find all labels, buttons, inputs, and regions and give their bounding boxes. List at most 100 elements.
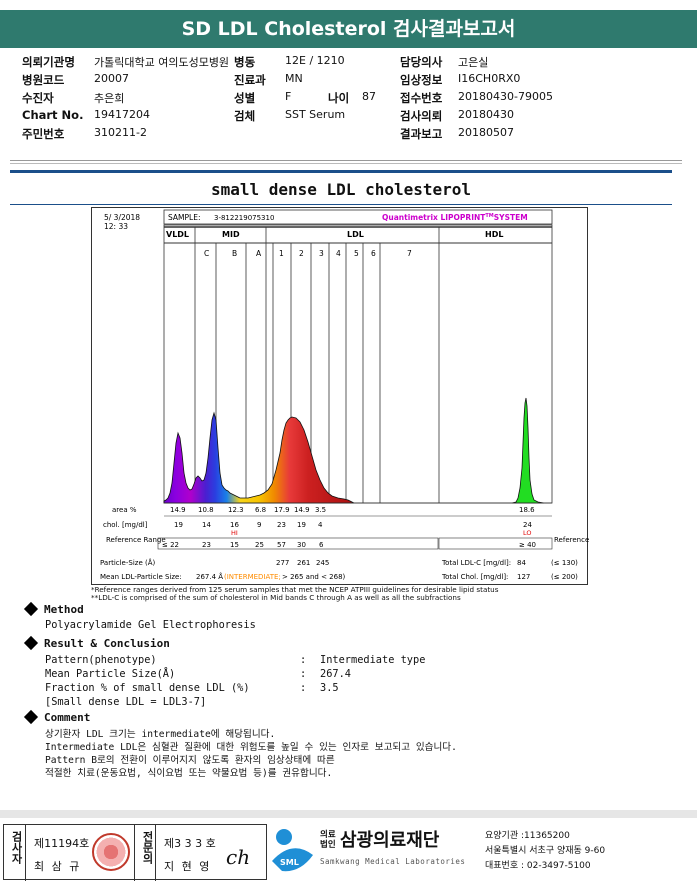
report-header-title: SD LDL Cholesterol 검사결과보고서 xyxy=(0,10,697,48)
zone-label-ldl: LDL xyxy=(347,230,364,239)
hdl-electropherogram-peak xyxy=(511,397,545,504)
ref-row-label: Reference Range xyxy=(106,536,166,544)
band-label-c: C xyxy=(204,249,209,258)
mean-size-result-label: Mean Particle Size(Å) xyxy=(45,668,176,680)
area-value: 6.8 xyxy=(255,506,266,514)
comment-heading: Comment xyxy=(23,709,90,725)
fraction-label: Fraction % of small dense LDL (%) xyxy=(45,682,250,694)
ref-row-label-right: Reference Range xyxy=(554,536,589,544)
tester-name: 최 삼 규 xyxy=(34,860,82,873)
chart-no-label: Chart No. xyxy=(22,108,84,122)
footnote-line: **LDL-C is comprised of the sum of chole… xyxy=(91,593,461,602)
colon: : xyxy=(300,682,307,694)
chol-value-hdl: 24 xyxy=(523,521,532,529)
divider xyxy=(10,163,682,164)
band-label-6: 6 xyxy=(371,249,376,258)
total-chol-value: 127 xyxy=(517,573,530,581)
receipt-no-label: 접수번호 xyxy=(400,91,443,105)
band-label-b: B xyxy=(232,249,237,258)
sml-logo-icon: SML xyxy=(272,829,313,872)
band-label-1: 1 xyxy=(279,249,284,258)
hospital-code-value: 20007 xyxy=(94,72,129,85)
sample-value: 3-812219075310 xyxy=(214,214,274,222)
patient-label: 수진자 xyxy=(22,91,54,105)
method-text: Polyacrylamide Gel Electrophoresis xyxy=(45,619,256,631)
band-label-4: 4 xyxy=(336,249,341,258)
chol-value: 4 xyxy=(318,521,323,529)
chol-value: 9 xyxy=(257,521,261,529)
zone-label-mid: MID xyxy=(222,230,240,239)
chart-no-value: 19417204 xyxy=(94,108,150,121)
band-label-7: 7 xyxy=(407,249,412,258)
mean-size-class: (INTERMEDIATE; xyxy=(224,573,281,581)
institution-label: 의뢰기관명 xyxy=(22,55,75,69)
ward-label: 병동 xyxy=(234,55,256,69)
area-value: 10.8 xyxy=(198,506,214,514)
pathologist-license-no: 제3 3 3 호 xyxy=(164,837,216,850)
diamond-bullet-icon xyxy=(23,635,39,651)
chol-value: 14 xyxy=(202,521,211,529)
age-label: 나이 xyxy=(328,91,350,105)
report-date-label: 결과보고 xyxy=(400,127,443,141)
total-ldl-label: Total LDL-C [mg/dl]: xyxy=(441,559,511,567)
chol-value: 19 xyxy=(297,521,306,529)
request-date-value: 20180430 xyxy=(458,108,514,121)
colon: : xyxy=(300,668,307,680)
company-info: 요양기관 :11365200 서울특별시 서초구 양재동 9-60 대표번호 :… xyxy=(485,829,605,874)
ref-value: 15 xyxy=(230,541,239,549)
tester-label: 검사자 xyxy=(10,831,23,864)
sex-label: 성별 xyxy=(234,91,256,105)
area-value-hdl: 18.6 xyxy=(519,506,535,514)
ref-value: 23 xyxy=(202,541,211,549)
chol-row-label: chol. [mg/dl] xyxy=(103,521,148,529)
report-section-title: small dense LDL cholesterol xyxy=(10,170,672,206)
band-label-5: 5 xyxy=(354,249,359,258)
mean-size-label: Mean LDL-Particle Size: xyxy=(100,573,182,581)
pathologist-label: 전문의 xyxy=(141,831,154,864)
dept-value: MN xyxy=(285,72,303,85)
sample-label: SAMPLE: xyxy=(168,213,200,222)
institution-value: 가톨릭대학교 여의도성모병원 xyxy=(94,56,230,69)
area-value: 14.9 xyxy=(294,506,310,514)
receipt-no-value: 20180430-79005 xyxy=(458,90,553,103)
mean-size-value: 267.4 Å xyxy=(196,572,223,581)
hospital-code-label: 병원코드 xyxy=(22,73,65,87)
comment-line: 상기환자 LDL 크기는 intermediate에 해당됩니다. xyxy=(45,729,276,740)
plot-frame xyxy=(163,224,553,504)
total-ldl-ref: (≤ 130) xyxy=(551,559,578,567)
chol-value: 16 xyxy=(230,521,239,529)
pathologist-signature: ch xyxy=(226,845,251,869)
band-label-2: 2 xyxy=(299,249,304,258)
ldl-electropherogram-peak xyxy=(163,411,355,504)
fraction-note: [Small dense LDL = LDL3-7] xyxy=(45,696,207,708)
diamond-bullet-icon xyxy=(23,601,39,617)
pattern-label: Pattern(phenotype) xyxy=(45,654,157,666)
request-date-label: 검사의뢰 xyxy=(400,109,443,123)
specimen-label: 검체 xyxy=(234,109,256,123)
ref-value: 57 xyxy=(277,541,286,549)
sml-logo: SML xyxy=(270,825,315,875)
total-chol-ref: (≤ 200) xyxy=(551,573,578,581)
signature-box: 검사자 제11194호 최 삼 규 전문의 제3 3 3 호 지 현 영 ch xyxy=(3,824,267,881)
particle-size-value: 277 xyxy=(276,559,289,567)
comment-line: Pattern B로의 전환이 이루어지지 않도록 환자의 임상상태에 따른 xyxy=(45,755,335,766)
system-name: Quantimetrix LIPOPRINTTMSYSTEM xyxy=(382,213,528,222)
chol-flag-lo: LO xyxy=(523,529,532,537)
specimen-value: SST Serum xyxy=(285,108,346,121)
doctor-label: 담당의사 xyxy=(400,55,443,69)
ref-value: 30 xyxy=(297,541,306,549)
total-chol-label: Total Chol. [mg/dl]: xyxy=(441,573,508,581)
total-ldl-value: 84 xyxy=(517,559,526,567)
fraction-value: 3.5 xyxy=(320,682,339,694)
chol-value: 19 xyxy=(174,521,183,529)
company-english-name: Samkwang Medical Laboratories xyxy=(320,857,466,866)
sex-value: F xyxy=(285,90,292,103)
comment-line: 적절한 치료(운동요법, 식이요법 또는 약물요법 등)를 권유합니다. xyxy=(45,768,333,779)
result-heading: Result & Conclusion xyxy=(23,635,170,651)
area-value: 14.9 xyxy=(170,506,186,514)
ref-value: 25 xyxy=(255,541,264,549)
area-row-label: area % xyxy=(112,506,137,514)
ward-value: 12E / 1210 xyxy=(285,54,345,67)
lipoprint-chart: 5/ 3/2018 12: 33 SAMPLE: 3-812219075310 … xyxy=(91,207,589,585)
company-prefix: 의료 법인 xyxy=(320,830,336,850)
